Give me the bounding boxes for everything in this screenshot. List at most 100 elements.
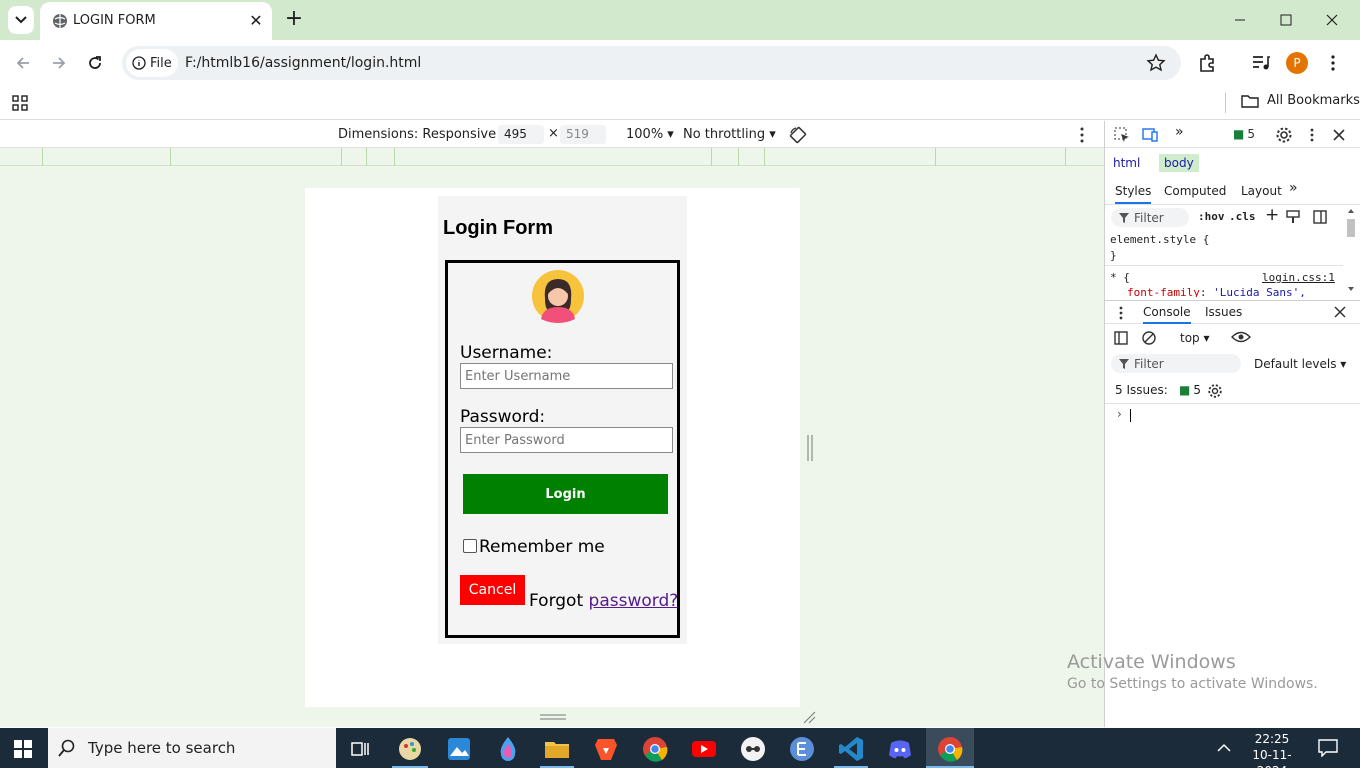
password-input[interactable] xyxy=(460,427,673,453)
browser-menu-icon[interactable] xyxy=(1327,54,1339,72)
resize-handle-right[interactable] xyxy=(806,435,814,461)
prompt-caret xyxy=(1130,409,1131,422)
new-rule-icon[interactable]: + xyxy=(1265,205,1279,225)
folder-icon xyxy=(1241,94,1259,108)
rule-universal-selector: * { xyxy=(1110,271,1130,284)
all-bookmarks-button[interactable]: All Bookmarks xyxy=(1241,93,1360,108)
tab-close-icon[interactable]: ✕ xyxy=(248,11,264,30)
file-explorer-icon[interactable] xyxy=(542,734,572,764)
tab-console[interactable]: Console xyxy=(1143,305,1191,324)
tab-search-button[interactable] xyxy=(8,6,34,34)
inspect-element-icon[interactable] xyxy=(1113,126,1131,144)
address-bar[interactable]: File F:/htmlb16/assignment/login.html xyxy=(122,46,1181,80)
active-tab[interactable]: LOGIN FORM ✕ xyxy=(40,2,272,40)
youtube-icon[interactable] xyxy=(689,734,719,764)
console-prompt[interactable]: › xyxy=(1105,405,1360,425)
connect-app-icon[interactable] xyxy=(738,734,768,764)
maximize-icon[interactable] xyxy=(1272,10,1300,30)
log-levels-select[interactable]: Default levels ▾ xyxy=(1254,357,1346,371)
issues-badge[interactable]: ■ 5 xyxy=(1233,127,1255,141)
reload-icon[interactable] xyxy=(81,49,109,77)
forward-icon[interactable] xyxy=(45,49,73,77)
prompt-chevron-icon: › xyxy=(1117,407,1122,421)
e-app-icon[interactable] xyxy=(787,734,817,764)
height-input[interactable]: 519 xyxy=(560,125,606,144)
profile-avatar[interactable]: P xyxy=(1286,52,1308,74)
console-filter-input[interactable]: Filter xyxy=(1111,354,1241,373)
url-text[interactable]: F:/htmlb16/assignment/login.html xyxy=(185,55,421,71)
apps-grid-icon[interactable] xyxy=(12,95,28,111)
context-select[interactable]: top ▾ xyxy=(1180,331,1210,345)
resize-handle-bottom[interactable] xyxy=(305,707,800,727)
password-label: Password: xyxy=(460,407,546,427)
tab-styles[interactable]: Styles xyxy=(1115,184,1152,204)
taskbar-search[interactable]: Type here to search xyxy=(48,728,336,768)
discord-icon[interactable] xyxy=(885,734,915,764)
task-view-icon[interactable] xyxy=(345,734,375,764)
devtools-main-toolbar: » ■ 5 xyxy=(1105,121,1360,148)
photos-app-icon[interactable] xyxy=(444,734,474,764)
width-input[interactable]: 495 xyxy=(498,125,544,144)
windows-start-icon[interactable] xyxy=(14,740,32,758)
paint-app-icon[interactable] xyxy=(395,734,425,764)
drawer-menu-icon[interactable] xyxy=(1119,306,1123,320)
cls-toggle[interactable]: .cls xyxy=(1229,210,1256,223)
device-toggle-icon[interactable] xyxy=(1141,126,1159,144)
dimensions-select[interactable]: Dimensions: Responsive ▾ xyxy=(338,127,507,142)
login-button[interactable]: Login xyxy=(463,474,668,514)
sidebar-toggle-icon[interactable] xyxy=(1313,210,1327,224)
window-close-icon[interactable] xyxy=(1318,10,1346,30)
rotate-icon[interactable] xyxy=(788,125,808,145)
tab-layout[interactable]: Layout xyxy=(1241,184,1282,198)
more-panels-icon[interactable]: » xyxy=(1175,124,1184,140)
console-settings-gear-icon[interactable] xyxy=(1207,383,1223,399)
css-source-link[interactable]: login.css:1 xyxy=(1262,271,1335,284)
device-more-icon[interactable] xyxy=(1076,126,1088,144)
search-icon xyxy=(58,739,75,757)
styles-scrollbar[interactable] xyxy=(1345,205,1357,295)
notifications-icon[interactable] xyxy=(1318,739,1338,757)
site-info-chip[interactable]: File xyxy=(126,49,178,77)
issues-count-badge[interactable]: ■ 5 xyxy=(1179,383,1201,397)
clear-console-icon[interactable] xyxy=(1142,331,1156,345)
hov-toggle[interactable]: :hov xyxy=(1198,210,1225,223)
media-controls-icon[interactable] xyxy=(1251,54,1271,72)
back-icon[interactable] xyxy=(9,49,37,77)
styles-filter-input[interactable]: Filter xyxy=(1111,208,1189,227)
minimize-icon[interactable] xyxy=(1226,10,1254,30)
throttling-select[interactable]: No throttling ▾ xyxy=(683,127,776,142)
breadcrumb-body[interactable]: body xyxy=(1159,154,1199,172)
paint-icon[interactable] xyxy=(1286,210,1300,224)
devtools-close-icon[interactable] xyxy=(1330,126,1348,144)
clock-date: 10-11-2024 xyxy=(1252,748,1292,778)
settings-gear-icon[interactable] xyxy=(1275,126,1293,144)
live-expression-eye-icon[interactable] xyxy=(1231,330,1251,344)
chrome-active-icon[interactable] xyxy=(935,734,965,764)
more-tabs-icon[interactable]: » xyxy=(1289,180,1298,196)
new-tab-icon[interactable]: + xyxy=(283,8,305,30)
breadcrumb-html[interactable]: html xyxy=(1109,154,1144,172)
zoom-select[interactable]: 100% ▾ xyxy=(626,127,674,142)
globe-icon xyxy=(53,14,67,28)
cancel-button[interactable]: Cancel xyxy=(460,575,525,605)
resize-handle-corner[interactable] xyxy=(802,710,816,724)
vscode-icon[interactable] xyxy=(836,734,866,764)
console-sidebar-icon[interactable] xyxy=(1114,331,1128,345)
bookmark-star-icon[interactable] xyxy=(1146,53,1166,73)
chrome-icon[interactable] xyxy=(640,734,670,764)
paint3d-app-icon[interactable] xyxy=(493,734,523,764)
dom-breadcrumb: html body xyxy=(1105,149,1360,177)
forgot-password-link[interactable]: password? xyxy=(589,591,679,611)
drawer-tabs: Console Issues xyxy=(1105,300,1360,324)
tray-chevron-up-icon[interactable] xyxy=(1216,740,1232,756)
rule-property: font-family: 'Lucida Sans', xyxy=(1127,286,1306,297)
remember-me-checkbox[interactable] xyxy=(463,539,477,553)
brave-browser-icon[interactable] xyxy=(591,734,621,764)
drawer-close-icon[interactable] xyxy=(1334,306,1346,318)
tab-computed[interactable]: Computed xyxy=(1164,184,1226,198)
extensions-icon[interactable] xyxy=(1197,53,1217,73)
taskbar-clock[interactable]: 22:25 10-11-2024 xyxy=(1240,731,1304,779)
devtools-menu-icon[interactable] xyxy=(1303,126,1321,144)
username-input[interactable] xyxy=(460,363,673,389)
tab-issues[interactable]: Issues xyxy=(1205,305,1242,319)
